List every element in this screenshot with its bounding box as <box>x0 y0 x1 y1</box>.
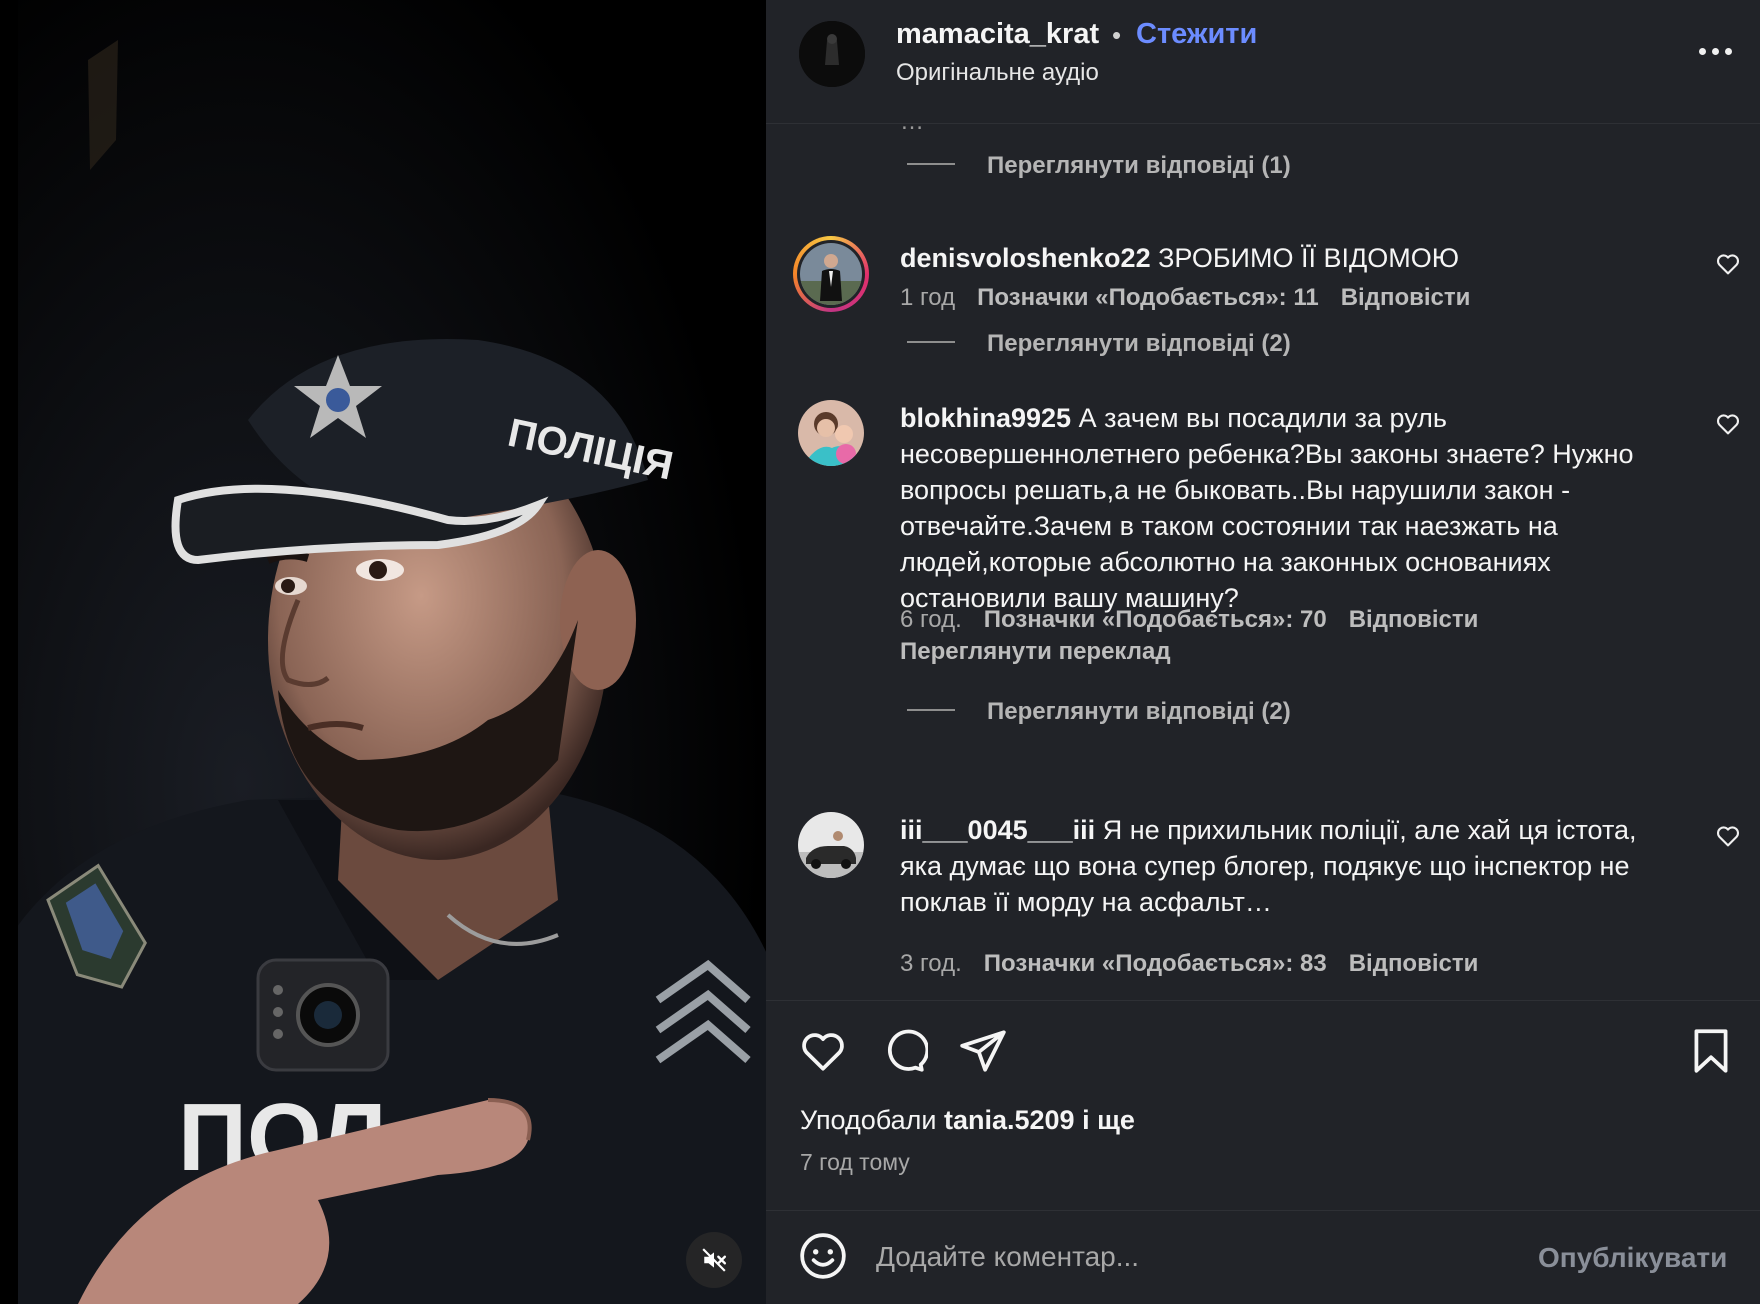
post-panel: mamacita_krat • Стежити Оригінальне ауді… <box>766 0 1760 1304</box>
liked-by: Уподобали tania.5209 і ще <box>800 1105 1135 1135</box>
post-header: mamacita_krat • Стежити Оригінальне ауді… <box>766 0 1760 124</box>
comment-bubble-icon[interactable] <box>878 1026 928 1076</box>
comment-time[interactable]: 3 год. <box>900 950 962 977</box>
comment-time[interactable]: 6 год. <box>900 606 962 633</box>
reply-button[interactable]: Відповісти <box>1349 950 1479 977</box>
replies-line <box>907 708 955 711</box>
comment-likes[interactable]: Позначки «Подобається»: 83 <box>984 950 1327 977</box>
comment-text: blokhina9925 А зачем вы посадили за руль… <box>900 403 1634 613</box>
mute-toggle-button[interactable] <box>686 1232 742 1288</box>
comment-item: denisvoloshenko22 ЗРОБИМО ЇЇ ВІДОМОЮ 1 г… <box>766 236 1760 400</box>
comment-username[interactable]: iii___0045___iii <box>900 815 1095 845</box>
comment-item: iii___0045___iii Я не прихильник поліції… <box>766 812 1760 1000</box>
author-avatar[interactable] <box>799 21 865 87</box>
audio-label[interactable]: Оригінальне аудіо <box>896 59 1099 87</box>
comment-item: blokhina9925 А зачем вы посадили за руль… <box>766 400 1760 700</box>
comment-meta: 1 год Позначки «Подобається»: 11 Відповіст… <box>900 284 1470 312</box>
comment-likes[interactable]: Позначки «Подобається»: 11 <box>977 284 1319 311</box>
comment-heart-icon[interactable] <box>1714 250 1742 278</box>
bookmark-icon[interactable] <box>1686 1026 1736 1076</box>
comment-text: iii___0045___iii Я не прихильник поліції… <box>900 815 1637 917</box>
replies-line <box>907 340 955 343</box>
reply-button[interactable]: Відповісти <box>1341 284 1471 311</box>
liked-by-others[interactable]: і ще <box>1082 1105 1135 1135</box>
more-options-button[interactable] <box>1691 30 1741 70</box>
comment-heart-icon[interactable] <box>1714 410 1742 438</box>
clipped-comment-text: … <box>900 124 925 136</box>
commenter-avatar[interactable] <box>798 812 864 878</box>
view-replies-button[interactable]: Переглянути відповіді (1) <box>907 152 1291 180</box>
post-actions: Уподобали tania.5209 і ще 7 год тому <box>766 1000 1760 1210</box>
comment-heart-icon[interactable] <box>1714 822 1742 850</box>
post-time[interactable]: 7 год тому <box>800 1149 910 1176</box>
view-replies-button[interactable]: Переглянути відповіді (2) <box>907 698 1291 726</box>
video-frame: ПОЛІЦІЯ ПОЛ <box>18 0 766 1304</box>
instagram-post-viewer: ПОЛІЦІЯ ПОЛ mamacita_krat • Стежити Ориг… <box>0 0 1760 1304</box>
comments-list[interactable]: … Переглянути відповіді (1) <box>766 124 1760 1000</box>
comment-input[interactable] <box>876 1231 1526 1283</box>
see-translation-button[interactable]: Переглянути переклад <box>900 638 1171 666</box>
heart-icon[interactable] <box>798 1026 848 1076</box>
view-replies-button[interactable]: Переглянути відповіді (2) <box>907 330 1291 358</box>
author-username[interactable]: mamacita_krat <box>896 18 1099 51</box>
comment-text: denisvoloshenko22 ЗРОБИМО ЇЇ ВІДОМОЮ <box>900 243 1460 273</box>
comment-username[interactable]: denisvoloshenko22 <box>900 243 1151 273</box>
follow-button[interactable]: Стежити <box>1136 18 1257 51</box>
paper-plane-icon[interactable] <box>958 1026 1008 1076</box>
comment-username[interactable]: blokhina9925 <box>900 403 1071 433</box>
comment-composer: Опублікувати <box>766 1210 1760 1304</box>
comment-meta: 6 год. Позначки «Подобається»: 70 Відповіс… <box>900 606 1478 634</box>
commenter-avatar-story-ring[interactable] <box>793 236 869 312</box>
reply-button[interactable]: Відповісти <box>1349 606 1479 633</box>
liked-by-user[interactable]: tania.5209 <box>944 1105 1075 1135</box>
publish-button[interactable]: Опублікувати <box>1538 1242 1727 1274</box>
replies-line <box>907 162 955 165</box>
speaker-muted-icon <box>702 1248 727 1272</box>
more-horizontal-icon <box>1699 48 1706 55</box>
comment-time[interactable]: 1 год <box>900 284 955 311</box>
video-player[interactable]: ПОЛІЦІЯ ПОЛ <box>0 0 766 1304</box>
header-separator: • <box>1112 20 1122 50</box>
comment-likes[interactable]: Позначки «Подобається»: 70 <box>984 606 1327 633</box>
commenter-avatar[interactable] <box>798 400 864 466</box>
smiley-icon[interactable] <box>798 1231 848 1281</box>
comment-meta: 3 год. Позначки «Подобається»: 83 Відповіс… <box>900 950 1478 978</box>
